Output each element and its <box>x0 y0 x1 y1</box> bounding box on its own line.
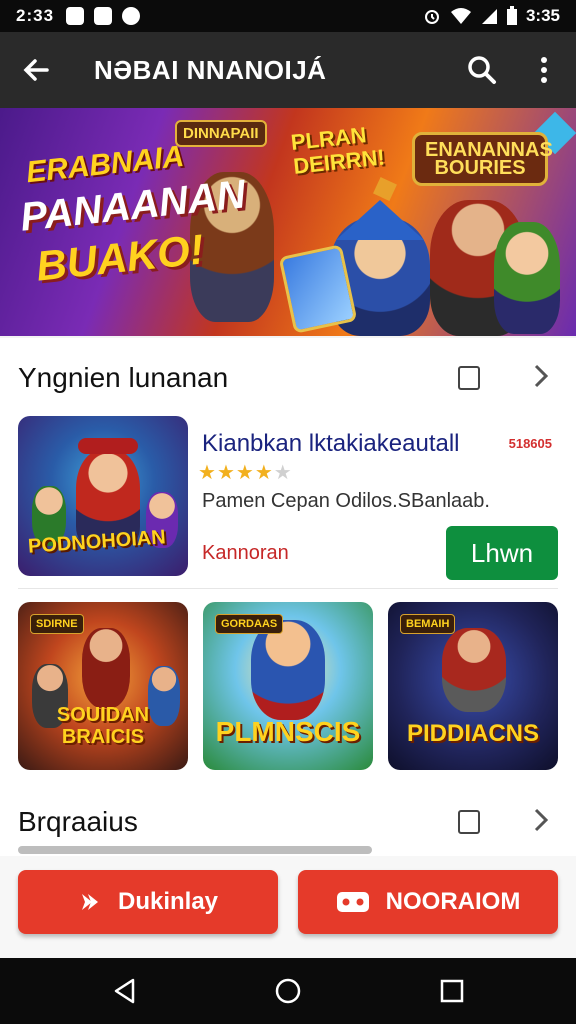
app-bar: NƏBAI NNANOIJÁ <box>0 32 576 108</box>
app-tile[interactable]: GORDAAS PLMNSCIS <box>203 602 373 770</box>
status-bar: 2:33 3:35 <box>0 0 576 32</box>
banner-center-text: PLRAN DEIRRN! <box>289 122 386 179</box>
banner-logo-left: DINNAPAII <box>175 120 267 147</box>
section-header[interactable]: Yngnien lunanan <box>0 338 576 418</box>
search-icon <box>468 56 496 84</box>
bottom-actions: Dukinlay NOORAIOM <box>0 856 576 958</box>
primary-action-label: Dukinlay <box>117 888 219 915</box>
tile-label: SOUIDAN BRAICIS <box>56 704 150 748</box>
rating-stars: ★★★★★ <box>198 460 293 485</box>
star-icon: ★ <box>198 462 217 484</box>
divider <box>18 588 558 589</box>
featured-app-description: Pamen Cepan Odilos.SBanlaab. <box>202 490 490 512</box>
gamepad-icon <box>336 890 370 914</box>
thumb-hat <box>78 438 138 454</box>
featured-app-price: Kannoran <box>202 542 289 564</box>
chevron-right-icon <box>78 890 102 914</box>
nav-home-icon[interactable] <box>271 974 305 1008</box>
tile-badge: BEMAIH <box>400 614 456 634</box>
overflow-menu-button[interactable] <box>524 46 564 94</box>
app-title: NƏBAI NNANOIJÁ <box>94 54 327 85</box>
status-battery-text: 3:35 <box>525 6 560 25</box>
status-icons: 3:35 <box>422 0 560 32</box>
primary-action-button[interactable]: Dukinlay <box>18 870 278 934</box>
chevron-right-icon[interactable] <box>526 360 554 392</box>
chevron-right-icon[interactable] <box>526 804 554 836</box>
nav-back-icon[interactable] <box>108 974 142 1008</box>
search-button[interactable] <box>458 46 506 94</box>
tile-badge: SDIRNE <box>30 614 84 634</box>
battery-icon <box>506 6 517 25</box>
nav-recents-icon[interactable] <box>435 974 469 1008</box>
more-vert-icon <box>541 57 547 83</box>
system-nav-bar <box>0 958 576 1024</box>
tile-character <box>251 620 325 720</box>
tile-character <box>82 628 130 708</box>
tile-label: PLMNSCIS <box>215 716 361 747</box>
app-tile[interactable]: SDIRNE SOUIDAN BRAICIS <box>18 602 188 770</box>
section-card: Brqraaius <box>0 786 576 856</box>
featured-app-card[interactable]: PODNOHOIAN Kianbkan lktakiakeautall 5186… <box>18 416 558 588</box>
install-button[interactable]: Lhwn <box>446 526 558 580</box>
star-empty-icon: ★ <box>273 462 293 484</box>
arrow-left-icon <box>23 59 49 81</box>
alarm-icon <box>424 10 439 24</box>
section-title: Yngnien lunanan <box>18 362 229 393</box>
star-icon: ★ <box>254 462 274 484</box>
signal-icon <box>481 9 497 24</box>
featured-app-title[interactable]: Kianbkan lktakiakeautall <box>202 430 460 458</box>
app-tiles-row: SDIRNE SOUIDAN BRAICIS GORDAAS PLMNSCIS … <box>18 602 558 770</box>
star-icon: ★ <box>235 462 255 484</box>
bookmark-icon[interactable] <box>458 810 480 834</box>
wifi-icon <box>450 8 471 24</box>
secondary-action-button[interactable]: NOORAIOM <box>298 870 558 934</box>
section-title: Brqraaius <box>18 806 138 837</box>
notification-icon <box>66 7 85 25</box>
promo-banner[interactable]: ERABNAIA PANAANAN BUAKO! DINNAPAII PLRAN… <box>0 108 576 336</box>
tile-badge: GORDAAS <box>215 614 284 634</box>
tile-label: PIDDIACNS <box>406 720 539 747</box>
section-card: Yngnien lunanan PODNOHOIAN Kianbkan lkta… <box>0 338 576 786</box>
banner-logo-right: ENANANNAS BOURIES <box>412 132 553 186</box>
tile-character <box>442 628 506 712</box>
back-button[interactable] <box>12 46 60 94</box>
app-tile[interactable]: BEMAIH PIDDIACNS <box>388 602 558 770</box>
instagram-icon <box>94 7 113 25</box>
banner-character <box>494 222 560 334</box>
secondary-action-label: NOORAIOM <box>385 888 521 915</box>
banner-gem <box>373 177 397 201</box>
banner-hat <box>336 200 424 240</box>
featured-app-tag: 518605 <box>508 436 552 451</box>
message-icon <box>122 7 141 25</box>
featured-app-thumbnail[interactable]: PODNOHOIAN <box>18 416 188 576</box>
bookmark-icon[interactable] <box>458 366 480 390</box>
star-icon: ★ <box>216 462 236 484</box>
horizontal-scroll-indicator <box>18 846 372 854</box>
status-time: 2:33 <box>16 6 55 25</box>
